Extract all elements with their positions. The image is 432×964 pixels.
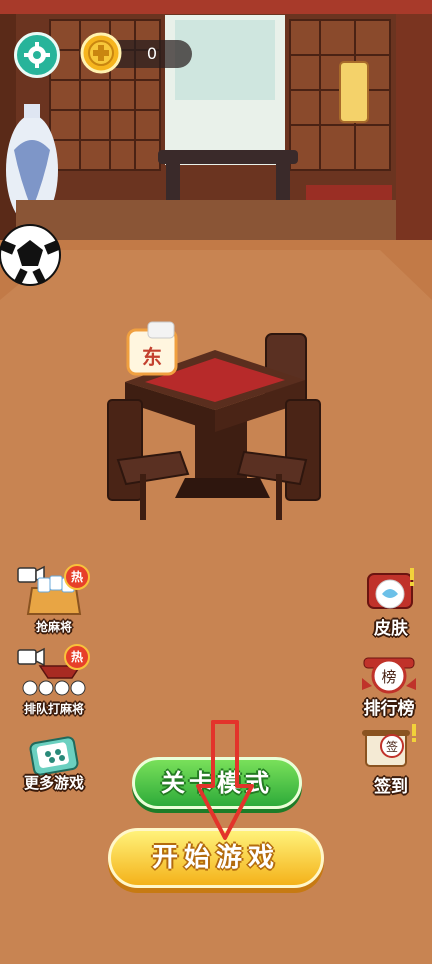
right-pillar [396, 0, 432, 240]
more-games-button[interactable]: 更多游戏 [8, 736, 100, 796]
game-scene: 东 [0, 0, 432, 964]
deck [16, 200, 396, 245]
ranking-label: 排行榜 [363, 699, 415, 719]
start-game-label: 开始游戏 [151, 843, 280, 873]
gear-icon [24, 42, 50, 68]
checkin-scroll-icon: 签 [362, 724, 416, 767]
hot-badge: 热 [64, 564, 90, 590]
checkin-button[interactable]: 签 签到 [356, 724, 426, 797]
settings-button[interactable] [14, 32, 60, 78]
level-mode-label: 关卡模式 [161, 769, 273, 797]
checkin-emblem: 签 [386, 739, 398, 754]
more-games-label: 更多游戏 [23, 774, 84, 792]
grab-mahjong-label: 抢麻将 [35, 620, 72, 634]
start-game-button[interactable]: 开始游戏 [108, 828, 324, 888]
soccer-ball-icon [0, 224, 61, 286]
hanging-lantern [339, 61, 369, 123]
hot-badge: 热 [64, 644, 90, 670]
coin-icon [80, 32, 122, 74]
mahjong-tile-character: 东 [126, 321, 178, 376]
grab-mahjong-button[interactable]: 热 抢麻将 [14, 560, 94, 638]
ranking-icon: 榜 [362, 657, 416, 694]
tile-character-glyph: 东 [142, 345, 162, 369]
red-eaves [0, 0, 432, 14]
queue-mahjong-label: 排队打麻将 [23, 702, 84, 716]
skin-label: 皮肤 [374, 619, 408, 639]
level-mode-button[interactable]: 关卡模式 [132, 757, 302, 809]
queue-mahjong-button[interactable]: 热 排队打麻将 [14, 642, 94, 718]
mahjong-tile-icon [29, 736, 79, 776]
ranking-emblem: 榜 [381, 668, 396, 686]
checkin-label: 签到 [374, 777, 408, 797]
skin-gift-icon [367, 568, 414, 609]
skin-button[interactable]: 皮肤 [356, 568, 426, 639]
coin-count: 0 [146, 44, 158, 63]
ranking-button[interactable]: 榜 排行榜 [352, 648, 426, 719]
